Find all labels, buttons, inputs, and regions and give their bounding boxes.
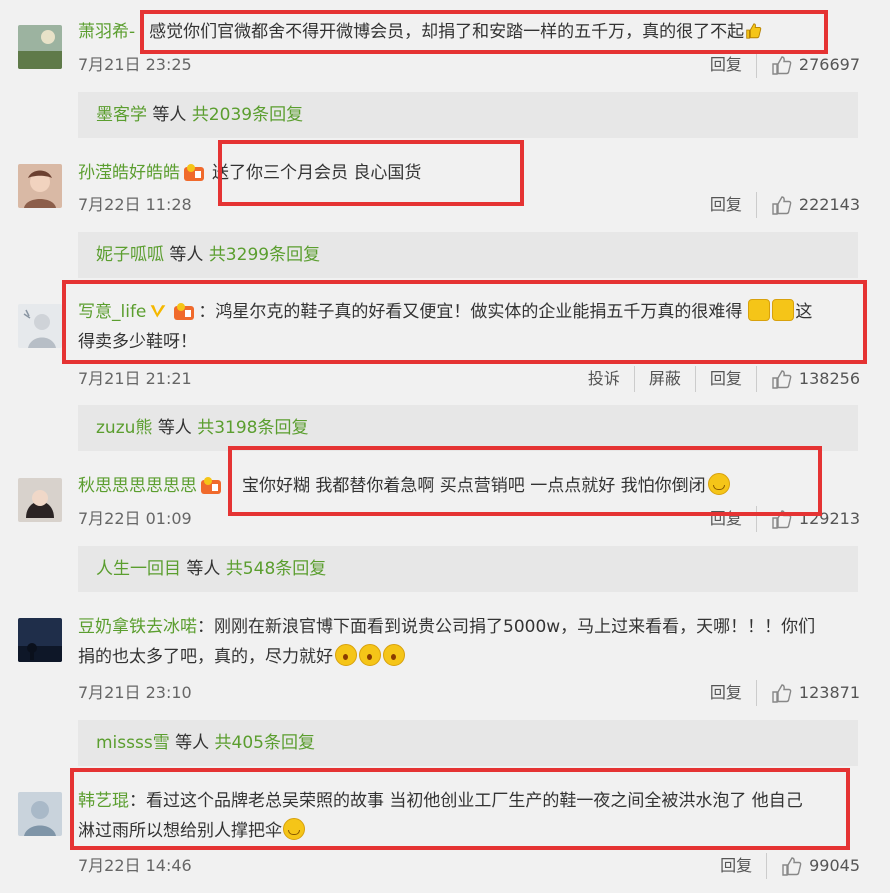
surprised-emoji-icon — [359, 644, 381, 666]
comment-content: ：刚刚在新浪官博下面看到说贵公司捐了5000w，马上过来看看，天哪！！！你们 — [197, 617, 816, 637]
thumbs-up-outline-icon — [772, 56, 792, 75]
like-count: 123871 — [798, 683, 860, 702]
surprised-emoji-icon — [383, 644, 405, 666]
comment-text: 萧羽希- 感觉你们官微都舍不得开微博会员，却捐了和安踏一样的五千万，真的很了不起 — [78, 17, 860, 47]
comment-content: 送了你三个月会员 良心国货 — [212, 163, 422, 183]
reply-button[interactable]: 回复 — [696, 192, 756, 218]
like-count: 276697 — [798, 55, 860, 74]
avatar[interactable] — [18, 792, 62, 836]
crying-emoji-icon — [283, 818, 305, 840]
reply-thread[interactable]: missss雪 等人 共405条回复 — [78, 720, 858, 766]
thread-user[interactable]: 人生一回目 — [96, 559, 181, 579]
avatar[interactable] — [18, 618, 62, 662]
laugh-cry-emoji-icon — [707, 473, 730, 495]
username[interactable]: 秋思思思思思思 — [78, 476, 197, 496]
comment-content: ：鸿星尔克的鞋子真的好看又便宜！做实体的企业能捐五千万真的很难得 — [198, 302, 743, 322]
thread-user[interactable]: zuzu熊 — [96, 418, 152, 438]
thumbs-up-emoji-icon — [748, 299, 771, 321]
username[interactable]: 写意_life — [78, 302, 146, 322]
vip-badge-icon — [201, 477, 221, 494]
avatar[interactable] — [18, 164, 62, 208]
username[interactable]: 孙滢皓好皓皓 — [78, 163, 180, 183]
username[interactable]: 豆奶拿铁去冰喏 — [78, 617, 197, 637]
timestamp: 7月21日 21:21 — [78, 369, 192, 388]
comment-content-line2: 捐的也太多了吧，真的，尽力就好 — [78, 647, 333, 667]
avatar[interactable] — [18, 478, 62, 522]
thread-count[interactable]: 共405条回复 — [215, 733, 315, 753]
reply-thread[interactable]: 人生一回目 等人 共548条回复 — [78, 546, 858, 592]
block-button[interactable]: 屏蔽 — [633, 366, 695, 392]
avatar[interactable] — [18, 304, 62, 348]
like-button[interactable]: 99045 — [766, 853, 860, 879]
comment-content: 感觉你们官微都舍不得开微博会员，却捐了和安踏一样的五千万，真的很了不起 — [149, 22, 745, 42]
vip-badge-icon — [184, 164, 204, 181]
reply-button[interactable]: 回复 — [696, 680, 756, 706]
surprised-emoji-icon — [335, 644, 357, 666]
like-button[interactable]: 129213 — [755, 506, 860, 532]
comment-content-line2: 淋过雨所以想给别人撑把伞 — [78, 821, 282, 841]
thread-user[interactable]: missss雪 — [96, 733, 170, 753]
thread-count[interactable]: 共2039条回复 — [192, 105, 303, 125]
thread-others: 等人 — [157, 418, 192, 438]
reply-thread[interactable]: 墨客学 等人 共2039条回复 — [78, 92, 858, 138]
like-count: 222143 — [798, 195, 860, 214]
thumbs-up-outline-icon — [772, 510, 792, 529]
report-button[interactable]: 投诉 — [574, 366, 634, 392]
username[interactable]: 萧羽希- — [78, 22, 135, 42]
like-button[interactable]: 138256 — [755, 366, 860, 392]
thumbs-up-outline-icon — [782, 857, 802, 876]
thumbs-up-icon — [746, 23, 762, 39]
thread-others: 等人 — [175, 733, 210, 753]
thread-others: 等人 — [152, 105, 187, 125]
comment-content: ：宝你好糊 我都替你着急啊 买点营销吧 一点点就好 我怕你倒闭 — [225, 476, 706, 496]
reply-thread[interactable]: 妮子呱呱 等人 共3299条回复 — [78, 232, 858, 278]
username[interactable]: 韩艺琨 — [78, 791, 129, 811]
timestamp: 7月22日 01:09 — [78, 509, 192, 528]
thread-user[interactable]: 妮子呱呱 — [96, 245, 164, 265]
avatar[interactable] — [18, 25, 62, 69]
reply-button[interactable]: 回复 — [706, 853, 766, 879]
like-count: 99045 — [809, 856, 860, 875]
comment-content-cont: 这 — [795, 302, 813, 322]
comment-content: ：看过这个品牌老总吴荣照的故事 当初他创业工厂生产的鞋一夜之间全被洪水泡了 他自… — [129, 791, 803, 811]
thumbs-up-outline-icon — [772, 370, 792, 389]
timestamp: 7月22日 11:28 — [78, 195, 192, 214]
reply-button[interactable]: 回复 — [696, 52, 756, 78]
thumbs-up-outline-icon — [772, 684, 792, 703]
thread-others: 等人 — [169, 245, 204, 265]
timestamp: 7月21日 23:10 — [78, 683, 192, 702]
verified-v-icon — [151, 305, 166, 318]
thumbs-up-outline-icon — [772, 196, 792, 215]
thumbs-up-emoji-icon — [772, 299, 795, 321]
like-count: 138256 — [798, 369, 860, 388]
thread-user[interactable]: 墨客学 — [96, 105, 147, 125]
timestamp: 7月21日 23:25 — [78, 55, 192, 74]
like-button[interactable]: 222143 — [755, 192, 860, 218]
vip-badge-icon — [174, 303, 195, 320]
thread-count[interactable]: 共548条回复 — [226, 559, 326, 579]
reply-thread[interactable]: zuzu熊 等人 共3198条回复 — [78, 405, 858, 451]
thread-count[interactable]: 共3198条回复 — [197, 418, 308, 438]
reply-button[interactable]: 回复 — [694, 366, 756, 392]
timestamp: 7月22日 14:46 — [78, 856, 192, 875]
like-count: 129213 — [798, 509, 860, 528]
like-button[interactable]: 276697 — [755, 52, 860, 78]
reply-button[interactable]: 回复 — [696, 506, 756, 532]
like-button[interactable]: 123871 — [755, 680, 860, 706]
thread-others: 等人 — [186, 559, 221, 579]
comment-content-line2: 得卖多少鞋呀！ — [78, 332, 197, 352]
thread-count[interactable]: 共3299条回复 — [209, 245, 320, 265]
